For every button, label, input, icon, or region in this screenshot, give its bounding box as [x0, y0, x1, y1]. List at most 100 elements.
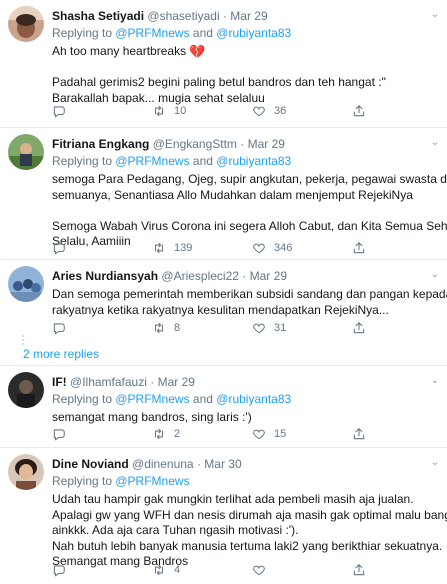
- share-icon: [353, 322, 365, 334]
- user-handle[interactable]: @EngkangSttm: [153, 137, 237, 151]
- tweet-line: semuanya, Senantiasa Allo Mudahkan dalam…: [52, 187, 413, 202]
- tweet-header: IF! @Ilhamfafauzi · Mar 29: [52, 375, 439, 390]
- more-replies-link[interactable]: 2 more replies: [23, 347, 99, 361]
- mention-link[interactable]: @rubiyanta83: [216, 26, 291, 40]
- reply-icon: [53, 429, 65, 441]
- user-handle[interactable]: @dinenuna: [132, 457, 194, 471]
- share-icon: [353, 105, 365, 117]
- display-name[interactable]: Dine Noviand: [52, 457, 129, 471]
- like-button[interactable]: 346: [252, 241, 292, 255]
- tweet-date[interactable]: Mar 29: [250, 269, 287, 283]
- tweet[interactable]: IF! @Ilhamfafauzi · Mar 29 ⌄ Replying to…: [0, 366, 447, 448]
- share-button[interactable]: [352, 427, 374, 441]
- like-button[interactable]: [252, 563, 274, 577]
- tweet[interactable]: Aries Nurdiansyah @Ariespleci22 · Mar 29…: [0, 260, 447, 341]
- heart-icon: [253, 243, 265, 254]
- retweet-count: 8: [174, 322, 181, 334]
- tweet-text: Dan semoga pemerintah memberikan subsidi…: [52, 287, 447, 318]
- like-count: 36: [274, 105, 287, 117]
- tweet[interactable]: Shasha Setiyadi @shasetiyadi · Mar 29 ⌄ …: [0, 0, 447, 128]
- tweet-text: Ah too many heartbreaks 💔 Padahal gerimi…: [52, 44, 439, 106]
- share-icon: [353, 242, 365, 254]
- share-icon: [353, 428, 365, 440]
- tweet-date[interactable]: Mar 29: [158, 375, 195, 389]
- retweet-icon: [154, 428, 164, 440]
- and-label: and: [189, 26, 217, 40]
- retweet-icon: [154, 564, 164, 576]
- share-button[interactable]: [352, 241, 374, 255]
- avatar[interactable]: [8, 454, 44, 490]
- separator: ·: [196, 457, 201, 471]
- user-handle[interactable]: @Ilhamfafauzi: [70, 375, 147, 389]
- reply-button[interactable]: [52, 563, 74, 577]
- retweet-button[interactable]: 4: [152, 563, 180, 577]
- chevron-down-icon[interactable]: ⌄: [431, 375, 439, 386]
- avatar[interactable]: [8, 6, 44, 42]
- retweet-count: 2: [174, 428, 181, 440]
- heart-icon: [253, 429, 265, 440]
- replying-to-label: Replying to: [52, 474, 116, 488]
- chevron-down-icon[interactable]: ⌄: [431, 269, 439, 280]
- chevron-down-icon[interactable]: ⌄: [431, 457, 439, 468]
- retweet-button[interactable]: 10: [152, 104, 186, 118]
- like-count: 15: [274, 428, 287, 440]
- tweet-line: Semangat mang Bandros: [52, 554, 189, 568]
- tweet-date[interactable]: Mar 30: [204, 457, 241, 471]
- reply-icon: [53, 106, 65, 118]
- mention-link[interactable]: @PRFMnews: [115, 474, 189, 488]
- display-name[interactable]: Shasha Setiyadi: [52, 9, 144, 23]
- tweet-date[interactable]: Mar 29: [248, 137, 285, 151]
- avatar[interactable]: [8, 134, 44, 170]
- tweet-line: Barakallah bapak... mugia sehat selaluu: [52, 90, 265, 105]
- avatar[interactable]: [8, 266, 44, 302]
- chevron-down-icon[interactable]: ⌄: [431, 137, 439, 148]
- replying-to: Replying to @PRFMnews: [52, 474, 439, 489]
- replying-to-label: Replying to: [52, 26, 116, 40]
- reply-button[interactable]: [52, 427, 74, 441]
- mention-link[interactable]: @PRFMnews: [115, 392, 189, 406]
- thread-dots: [21, 333, 25, 345]
- display-name[interactable]: Fitriana Engkang: [52, 137, 149, 151]
- more-replies-row[interactable]: 2 more replies: [0, 335, 447, 366]
- chevron-down-icon[interactable]: ⌄: [431, 9, 439, 20]
- like-button[interactable]: 36: [252, 104, 286, 118]
- mention-link[interactable]: @rubiyanta83: [216, 154, 291, 168]
- tweet-line: Padahal gerimis2 begini paling betul ban…: [52, 75, 386, 89]
- tweet-line: Ah too many heartbreaks: [52, 44, 187, 58]
- share-button[interactable]: [352, 563, 374, 577]
- reply-button[interactable]: [52, 104, 74, 118]
- share-button[interactable]: [352, 321, 374, 335]
- tweet-date[interactable]: Mar 29: [230, 9, 267, 23]
- retweet-button[interactable]: 139: [152, 241, 192, 255]
- mention-link[interactable]: @PRFMnews: [115, 26, 189, 40]
- reply-button[interactable]: [52, 241, 74, 255]
- tweet-text: semoga Para Pedagang, Ojeg, supir angkut…: [52, 172, 447, 250]
- tweet-header: Dine Noviand @dinenuna · Mar 30: [52, 457, 439, 472]
- tweet[interactable]: Dine Noviand @dinenuna · Mar 30 ⌄ Replyi…: [0, 448, 447, 584]
- mention-link[interactable]: @PRFMnews: [115, 154, 189, 168]
- like-button[interactable]: 15: [252, 427, 286, 441]
- heart-icon: [253, 565, 265, 576]
- retweet-count: 4: [174, 564, 181, 576]
- tweet-line: Apalagi gw yang WFH dan nesis dirumah aj…: [52, 507, 447, 522]
- avatar[interactable]: [8, 372, 44, 408]
- display-name[interactable]: Aries Nurdiansyah: [52, 269, 158, 283]
- separator: ·: [240, 137, 245, 151]
- reply-button[interactable]: [52, 321, 74, 335]
- tweet-text: semangat mang bandros, sing laris :'): [52, 410, 439, 426]
- tweet[interactable]: Fitriana Engkang @EngkangSttm · Mar 29 ⌄…: [0, 128, 447, 260]
- mention-link[interactable]: @rubiyanta83: [216, 392, 291, 406]
- tweet-line: ainkkk. Ada aja cara Tuhan ngasih motiva…: [52, 523, 299, 537]
- user-handle[interactable]: @shasetiyadi: [147, 9, 219, 23]
- reply-icon: [53, 323, 65, 335]
- like-button[interactable]: 31: [252, 321, 286, 335]
- tweet-line: Dan semoga pemerintah memberikan subsidi…: [52, 287, 447, 301]
- tweet-text: Udah tau hampir gak mungkin terlihat ada…: [52, 492, 447, 570]
- retweet-button[interactable]: 8: [152, 321, 180, 335]
- display-name[interactable]: IF!: [52, 375, 67, 389]
- like-count: 346: [274, 242, 293, 254]
- tweet-line: Nah butuh lebih banyak manusia tertuma l…: [52, 538, 443, 553]
- retweet-button[interactable]: 2: [152, 427, 180, 441]
- share-button[interactable]: [352, 104, 374, 118]
- user-handle[interactable]: @Ariespleci22: [161, 269, 239, 283]
